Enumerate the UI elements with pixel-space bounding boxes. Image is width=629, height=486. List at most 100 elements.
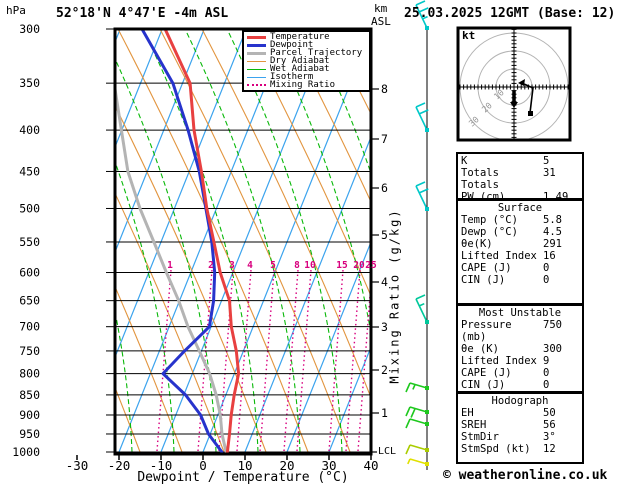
indices-row-value: 0: [543, 379, 550, 391]
indices-row: θe(K) 291: [461, 238, 579, 250]
indices-row-value: 291: [543, 238, 562, 250]
altitude-tick-label: 7: [381, 132, 388, 146]
wind-barb: [405, 418, 429, 429]
indices-row-value: 31: [543, 167, 556, 179]
indices-row: CAPE (J) 0: [461, 367, 579, 379]
indices-row-label: CAPE (J): [461, 262, 512, 274]
legend-swatch: [247, 51, 266, 55]
dry-adiabat-line: [116, 194, 225, 453]
mixing-ratio-axis-label: Mixing Ratio (g/kg): [387, 208, 402, 384]
pressure-tick-label: 950: [19, 427, 40, 441]
indices-section-header: Hodograph: [491, 395, 549, 407]
wet-adiabat-line: [142, 30, 259, 453]
pressure-tick-label: 700: [19, 320, 40, 334]
x-axis-label: Dewpoint / Temperature (°C): [137, 470, 349, 485]
wind-barb: [405, 406, 429, 418]
mixing-ratio-value-label: 1: [167, 260, 173, 271]
indices-row: Totals Totals 31: [461, 167, 579, 191]
indices-row: EH 50: [461, 407, 579, 419]
indices-row: Lifted Index 16: [461, 250, 579, 262]
indices-row-value: 4.5: [543, 226, 562, 238]
indices-row-value: 16: [543, 250, 556, 262]
wind-barb: [407, 458, 429, 466]
indices-row: Temp (°C) 5.8: [461, 214, 579, 226]
mixing-ratio-value-label: 5: [270, 260, 276, 271]
wet-adiabat-line: [226, 30, 343, 453]
legend-item: Mixing Ratio: [247, 80, 369, 90]
pressure-tick-label: 300: [19, 22, 40, 36]
wet-adiabat-line: [116, 59, 217, 453]
pressure-tick-label: 350: [19, 76, 40, 90]
indices-row-label: Lifted Index: [461, 355, 537, 367]
legend-swatch: [247, 68, 266, 70]
pressure-unit-label: hPa: [6, 4, 26, 17]
lcl-label: LCL: [378, 446, 397, 457]
indices-row-value: 50: [543, 407, 556, 419]
legend-swatch: [247, 84, 266, 86]
indices-section: K 5 Totals Totals 31 PW (cm) 1.49: [456, 152, 584, 203]
hodograph-ring-label: 20: [480, 101, 494, 115]
pressure-tick-label: 1000: [12, 445, 40, 459]
pressure-tick-label: 500: [19, 201, 40, 215]
indices-row-value: 12: [543, 443, 556, 455]
indices-row-label: StmDir: [461, 431, 499, 443]
indices-row-value: 0: [543, 367, 550, 379]
indices-row-value: 0: [543, 262, 550, 274]
indices-row-label: Lifted Index: [461, 250, 537, 262]
indices-row: θe (K) 300: [461, 343, 579, 355]
indices-row-label: Pressure (mb): [461, 319, 512, 343]
indices-section: Surface Temp (°C) 5.8 Dewp (°C) 4.5 θe(K) 291 L…: [456, 199, 584, 305]
hodograph-trajectory-start-dot: [528, 111, 533, 116]
legend-label: Mixing Ratio: [270, 80, 336, 90]
indices-row-label: Totals Totals: [461, 167, 499, 191]
legend: Temperature Dewpoint Parcel Trajectory Dry …: [242, 30, 371, 92]
indices-row: CAPE (J) 0: [461, 262, 579, 274]
indices-section-header: Surface: [497, 202, 543, 214]
indices-row-label: Temp (°C): [461, 214, 518, 226]
altitude-tick-label: 8: [381, 82, 388, 96]
indices-section: Hodograph EH 50 SREH 56 StmDir 3° StmSpd (kt) 12: [456, 392, 584, 464]
pressure-tick-label: 800: [19, 367, 40, 381]
indices-row: CIN (J) 0: [461, 379, 579, 391]
mixing-ratio-line: [156, 269, 172, 452]
pressure-tick-label: 900: [19, 408, 40, 422]
indices-row: CIN (J) 0: [461, 274, 579, 286]
wet-adiabat-line: [605, 29, 629, 452]
indices-row-value: 5: [543, 155, 550, 167]
altitude-unit-km: km: [374, 2, 388, 15]
pressure-tick-label: 400: [19, 123, 40, 137]
indices-row-value: 56: [543, 419, 556, 431]
pressure-tick-label: 850: [19, 388, 40, 402]
legend-swatch: [247, 35, 266, 39]
mixing-ratio-value-label: 10: [304, 260, 316, 271]
indices-row-label: EH: [461, 407, 474, 419]
indices-row-value: 3°: [543, 431, 556, 443]
temperature-tick-label: -30: [66, 458, 89, 473]
indices-row: Dewp (°C) 4.5: [461, 226, 579, 238]
indices-row: StmSpd (kt) 12: [461, 443, 579, 455]
hodograph-ring-label: 10: [492, 88, 506, 102]
indices-row: StmDir 3°: [461, 431, 579, 443]
copyright: © weatheronline.co.uk: [443, 468, 608, 483]
indices-row: SREH 56: [461, 419, 579, 431]
dry-adiabat-line: [580, 29, 629, 452]
mixing-ratio-line: [283, 269, 299, 452]
indices-row: Lifted Index 9: [461, 355, 579, 367]
indices-row-value: 9: [543, 355, 550, 367]
pressure-tick-label: 650: [19, 294, 40, 308]
wind-barb: [405, 444, 429, 455]
isotherm-line: [116, 30, 121, 42]
station-title: 52°18'N 4°47'E -4m ASL: [56, 6, 229, 21]
hodograph: 102030: [456, 26, 572, 142]
wet-adiabat-line: [184, 30, 301, 453]
indices-row-value: 300: [543, 343, 562, 355]
indices-row-value: 0: [543, 274, 550, 286]
pressure-tick-label: 450: [19, 164, 40, 178]
indices-row-label: K: [461, 155, 468, 167]
indices-row-label: StmSpd (kt): [461, 443, 531, 455]
indices-row: K5: [461, 155, 579, 167]
pressure-tick-label: 550: [19, 235, 40, 249]
mixing-ratio-value-label: 4: [247, 260, 253, 271]
pressure-tick-label: 600: [19, 266, 40, 280]
indices-row-label: CAPE (J): [461, 367, 512, 379]
